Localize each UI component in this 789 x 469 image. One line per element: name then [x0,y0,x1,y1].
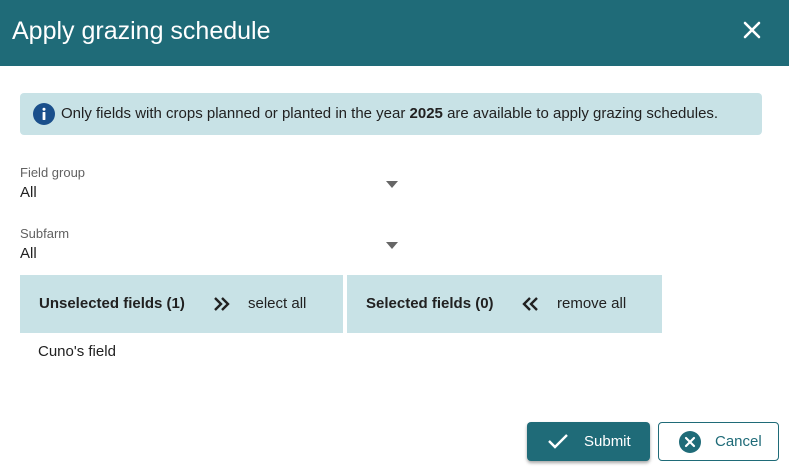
unselected-field-item[interactable]: Cuno's field [38,342,116,362]
check-icon [548,434,568,449]
subfarm-label: Subfarm [20,226,70,241]
select-all-button[interactable]: select all [213,291,313,317]
unselected-fields-header: Unselected fields (1) select all [20,275,343,333]
close-icon [743,21,761,39]
info-banner: Only fields with crops planned or plante… [20,93,762,135]
submit-button[interactable]: Submit [527,422,650,461]
field-group-value: All [20,184,37,201]
double-chevron-left-icon [522,297,538,311]
field-group-select[interactable]: Field group All [20,165,400,209]
unselected-fields-title: Unselected fields (1) [39,295,185,312]
cancel-label: Cancel [715,433,762,450]
info-year: 2025 [409,105,443,122]
info-text-before: Only fields with crops planned or plante… [61,105,410,122]
info-text: Only fields with crops planned or plante… [61,104,718,124]
cancel-circle-icon [679,431,701,453]
selected-fields-header: Selected fields (0) remove all [347,275,662,333]
field-group-label: Field group [20,165,86,180]
info-text-after: are available to apply grazing schedules… [442,105,719,122]
cancel-button[interactable]: Cancel [658,422,779,461]
double-chevron-right-icon [214,297,230,311]
remove-all-button[interactable]: remove all [521,291,631,317]
submit-label: Submit [584,433,631,450]
dialog-title: Apply grazing schedule [12,17,271,45]
info-icon [33,103,55,125]
dialog-header: Apply grazing schedule [0,0,789,66]
subfarm-value: All [20,245,37,262]
close-button[interactable] [737,15,767,45]
subfarm-select[interactable]: Subfarm All [20,226,400,270]
dropdown-arrow-icon [386,181,398,188]
remove-all-label: remove all [557,295,627,312]
select-all-label: select all [248,295,307,312]
dropdown-arrow-icon [386,242,398,249]
selected-fields-title: Selected fields (0) [366,295,494,312]
